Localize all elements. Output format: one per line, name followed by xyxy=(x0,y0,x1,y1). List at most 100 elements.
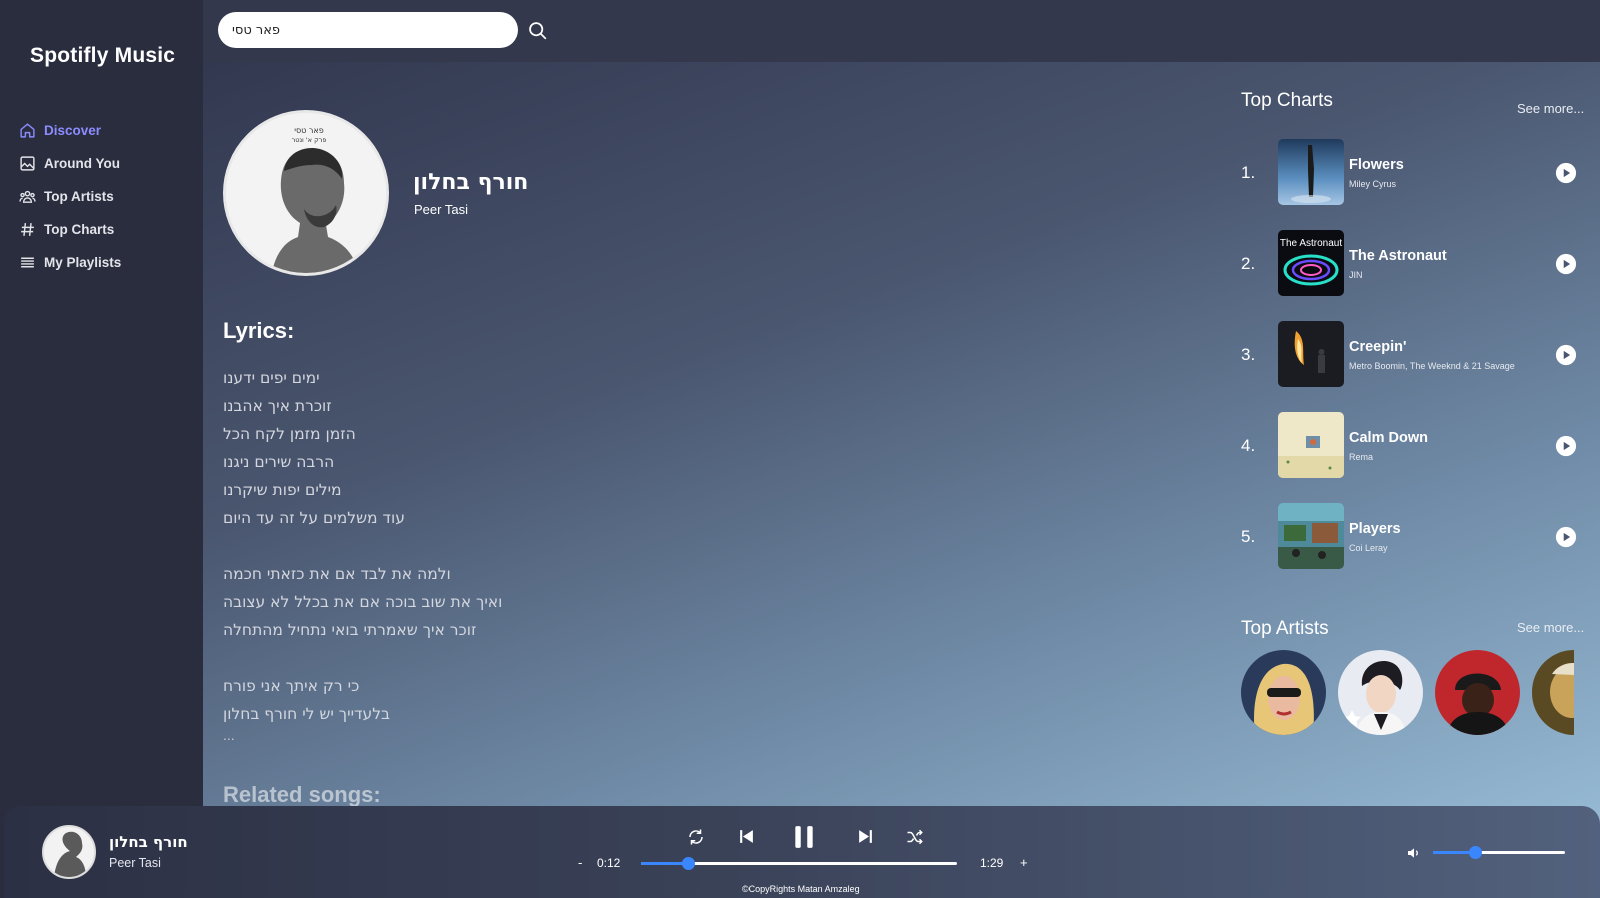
sidebar-nav: Discover Around You Top Artists Top Char… xyxy=(18,114,121,279)
chart-title: Flowers xyxy=(1349,157,1404,173)
app-logo[interactable]: Spotifly Music xyxy=(30,44,175,68)
sidebar-item-around-you[interactable]: Around You xyxy=(18,147,121,180)
sidebar-item-label: Around You xyxy=(44,156,120,171)
stanza-gap xyxy=(223,644,502,672)
artist-avatar-3[interactable] xyxy=(1435,650,1520,735)
lyric-line: ואיך את שוב בוכה אם את בכלל לא עצובה xyxy=(223,593,503,611)
lyrics-heading: Lyrics: xyxy=(223,318,295,343)
pause-icon[interactable] xyxy=(791,824,817,850)
sidebar-item-label: Discover xyxy=(44,123,102,138)
sidebar-item-top-charts[interactable]: Top Charts xyxy=(18,213,121,246)
copyright-text: ©CopyRights Matan Amzaleg xyxy=(742,884,860,894)
volume-knob[interactable] xyxy=(1469,846,1483,859)
chart-title: Creepin' xyxy=(1349,339,1407,355)
chart-thumb xyxy=(1278,139,1344,205)
chart-rank: 1. xyxy=(1241,163,1256,182)
stanza-gap xyxy=(223,532,502,560)
lyric-line: ולמה את לבד אם את כזאתי חכמה xyxy=(223,565,451,583)
shuffle-icon[interactable] xyxy=(906,828,924,846)
list-icon xyxy=(18,254,36,272)
home-icon xyxy=(18,122,36,140)
top-artists-see-more-link[interactable]: See more... xyxy=(1517,620,1584,635)
lyric-line: ימים יפים ידענו xyxy=(223,369,320,387)
lyric-line: מילים יפות שיקרנו xyxy=(223,481,342,499)
play-icon[interactable] xyxy=(1555,253,1577,275)
sidebar-item-label: My Playlists xyxy=(44,255,122,270)
lyric-line: זוכר איך שאמרתי בואי נתחיל מהתחלה xyxy=(223,621,477,639)
player-cover xyxy=(42,825,96,879)
song-cover: פאר טסי פרק א' ונטר xyxy=(223,110,389,276)
related-songs-heading: Related songs: xyxy=(223,782,381,807)
image-icon xyxy=(18,155,36,173)
chart-row-4[interactable]: 4. Calm Down Rema xyxy=(1241,412,1581,480)
sidebar-item-top-artists[interactable]: Top Artists xyxy=(18,180,121,213)
elapsed-time: 0:12 xyxy=(597,856,621,870)
sidebar-item-my-playlists[interactable]: My Playlists xyxy=(18,246,121,279)
repeat-icon[interactable] xyxy=(687,828,705,846)
chart-artist: Miley Cyrus xyxy=(1349,179,1397,189)
song-title: חורף בחלון xyxy=(413,170,529,195)
thumb-text: The Astronaut xyxy=(1280,238,1342,249)
chart-title: Players xyxy=(1349,521,1401,537)
chart-rank: 4. xyxy=(1241,436,1256,455)
chart-row-5[interactable]: 5. Players Coi Leray xyxy=(1241,503,1581,571)
cover-subtext: פרק א' ונטר xyxy=(292,136,327,144)
chart-artist: Rema xyxy=(1349,452,1374,462)
play-icon[interactable] xyxy=(1555,162,1577,184)
progress-bar[interactable] xyxy=(641,857,957,870)
play-icon[interactable] xyxy=(1555,435,1577,457)
chart-title: Calm Down xyxy=(1349,430,1428,446)
chart-thumb xyxy=(1278,321,1344,387)
player-song-title: חורף בחלון xyxy=(109,833,188,851)
artist-avatar-2[interactable] xyxy=(1338,650,1423,735)
progress-fill xyxy=(641,862,689,865)
chart-title: The Astronaut xyxy=(1349,248,1447,264)
chart-artist: JIN xyxy=(1349,270,1363,280)
song-artist[interactable]: Peer Tasi xyxy=(414,202,468,217)
total-duration: 1:29 xyxy=(980,856,1004,870)
play-icon[interactable] xyxy=(1555,344,1577,366)
top-charts-see-more-link[interactable]: See more... xyxy=(1517,101,1584,116)
chart-artist: Metro Boomin, The Weeknd & 21 Savage xyxy=(1349,361,1515,371)
chart-row-1[interactable]: 1. Flowers Miley Cyrus xyxy=(1241,139,1581,207)
chart-rank: 2. xyxy=(1241,254,1256,273)
top-charts-heading: Top Charts xyxy=(1241,90,1333,111)
lyric-line: בלעדייך יש לי חורף בחלון xyxy=(223,705,390,723)
player-artist: Peer Tasi xyxy=(109,856,161,870)
sidebar-item-label: Top Charts xyxy=(44,222,115,237)
chart-rank: 5. xyxy=(1241,527,1256,546)
hash-icon xyxy=(18,221,36,239)
lyrics-body: ימים יפים ידענו זוכרת איך אהבנו הזמן מזמ… xyxy=(223,364,502,748)
cover-text: פאר טסי xyxy=(294,126,324,135)
next-icon[interactable] xyxy=(857,828,874,845)
search-icon[interactable] xyxy=(527,20,548,41)
chart-thumb xyxy=(1278,412,1344,478)
chart-row-3[interactable]: 3. Creepin' Metro Boomin, The Weeknd & 2… xyxy=(1241,321,1581,389)
top-artists-heading: Top Artists xyxy=(1241,618,1329,639)
volume-slider[interactable] xyxy=(1433,846,1565,859)
chart-artist: Coi Leray xyxy=(1349,543,1388,553)
lyrics-more: ... xyxy=(223,727,235,743)
users-icon xyxy=(18,188,36,206)
seek-forward-button[interactable]: + xyxy=(1020,855,1028,870)
sidebar-item-discover[interactable]: Discover xyxy=(18,114,121,147)
chart-row-2[interactable]: 2. The Astronaut The Astronaut JIN xyxy=(1241,230,1581,298)
lyric-line: כי רק איתך אני פורח xyxy=(223,677,360,695)
search-input[interactable] xyxy=(218,12,518,48)
artist-avatar-1[interactable] xyxy=(1241,650,1326,735)
lyric-line: זוכרת איך אהבנו xyxy=(223,397,332,415)
volume-icon[interactable] xyxy=(1406,845,1422,861)
lyric-line: הזמן מזמן לקח הכל xyxy=(223,425,356,443)
lyric-line: עוד משלמים על זה עד היום xyxy=(223,509,405,527)
sidebar: Spotifly Music Discover Around You Top A… xyxy=(0,0,203,898)
chart-thumb xyxy=(1278,503,1344,569)
chart-rank: 3. xyxy=(1241,345,1256,364)
previous-icon[interactable] xyxy=(738,828,755,845)
play-icon[interactable] xyxy=(1555,526,1577,548)
chart-thumb: The Astronaut xyxy=(1278,230,1344,296)
progress-knob[interactable] xyxy=(682,857,696,870)
player-bar: חורף בחלון Peer Tasi - 0:12 1:29 + ©Copy… xyxy=(4,806,1600,898)
lyric-line: הרבה שירים ניגנו xyxy=(223,453,335,471)
seek-back-button[interactable]: - xyxy=(578,855,582,870)
top-bar xyxy=(203,0,1600,62)
